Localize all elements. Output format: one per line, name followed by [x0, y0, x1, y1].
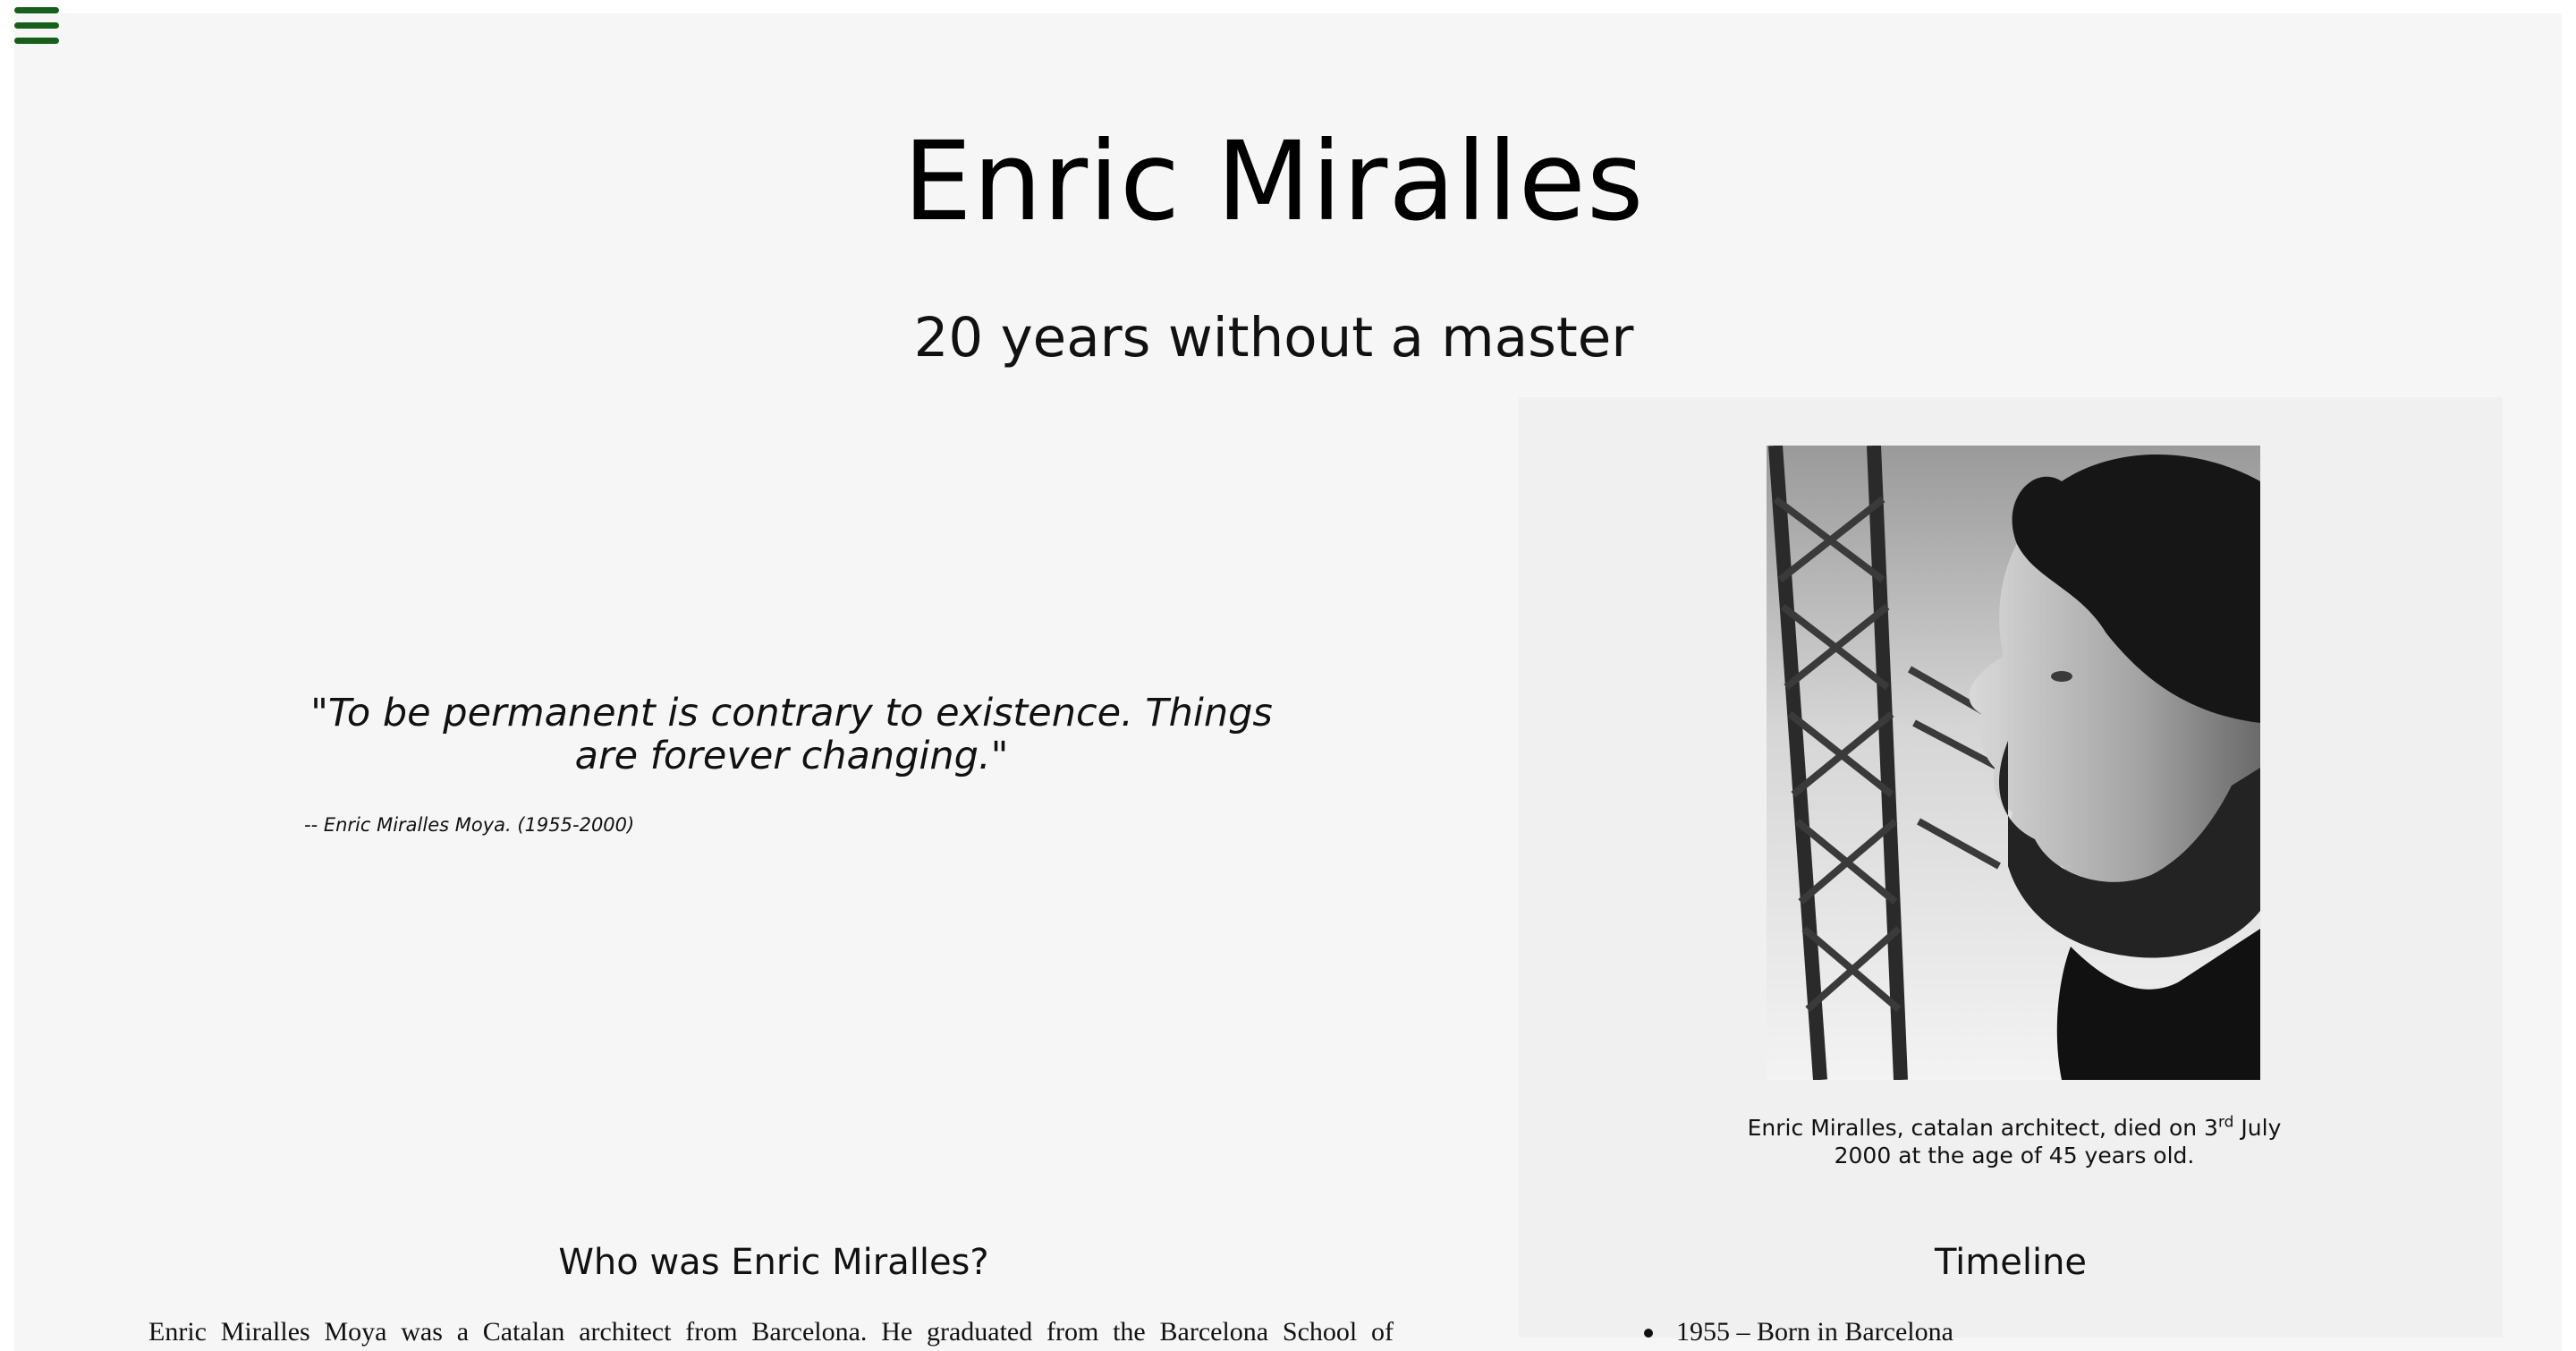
about-text: Enric Miralles Moya was a Catalan archit…: [148, 1317, 1394, 1347]
timeline-item: 1955 – Born in Barcelona: [1644, 1314, 2449, 1350]
quote-block: "To be permanent is contrary to existenc…: [304, 692, 1279, 837]
timeline-heading: Timeline: [1934, 1242, 2088, 1283]
portrait-caption: Enric Miralles, catalan architect, died …: [1744, 1114, 2284, 1169]
hamburger-bar: [14, 38, 59, 44]
portrait-photo: [1767, 446, 2260, 1080]
page-title: Enric Miralles: [902, 118, 1645, 245]
quote-author: -- Enric Miralles Moya. (1955-2000): [304, 814, 635, 836]
page-subtitle: 20 years without a master: [913, 306, 1634, 370]
hamburger-bar: [14, 22, 59, 29]
quote-text: "To be permanent is contrary to existenc…: [310, 691, 1273, 778]
about-heading: Who was Enric Miralles?: [558, 1242, 989, 1283]
portrait-image: [1767, 446, 2260, 1080]
caption-text-start: Enric Miralles, catalan architect, died …: [1747, 1115, 2218, 1141]
hamburger-bar: [14, 7, 59, 13]
caption-ordinal: rd: [2217, 1113, 2234, 1132]
hamburger-menu-icon[interactable]: [13, 5, 61, 47]
timeline-list: 1955 – Born in Barcelona: [1644, 1314, 2449, 1350]
